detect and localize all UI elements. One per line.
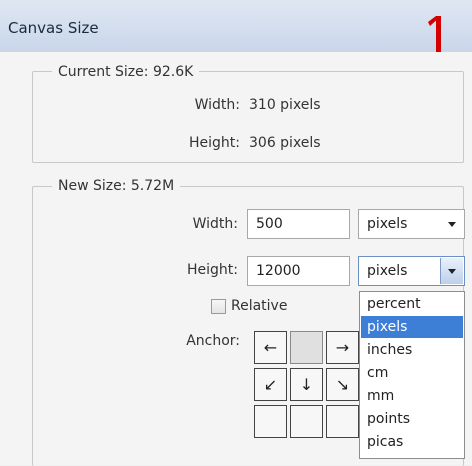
anchor-top-left[interactable]: ← [254,331,287,364]
current-height-value: 306 pixels [249,135,321,151]
unit-option-percent[interactable]: percent [361,293,463,315]
title-bar: Canvas Size [0,0,472,53]
unit-option-cm[interactable]: cm [361,362,463,384]
new-width-label: Width: [192,216,238,232]
anchor-label: Anchor: [186,333,240,349]
height-unit-select[interactable]: pixels [358,256,465,286]
anchor-middle-left[interactable]: ↙ [254,368,287,401]
relative-checkbox[interactable] [211,299,226,314]
unit-option-inches[interactable]: inches [361,339,463,361]
unit-option-picas[interactable]: picas [361,431,463,453]
current-width-value: 310 pixels [249,97,321,113]
unit-option-points[interactable]: points [361,408,463,430]
anchor-bottom-center[interactable] [290,405,323,438]
current-height-label: Height: [189,135,240,151]
width-unit-select[interactable]: pixels [358,209,465,239]
new-height-input[interactable]: 12000 [247,256,350,286]
chevron-down-icon [448,222,456,227]
anchor-middle-right[interactable]: ↘ [326,368,359,401]
unit-option-mm[interactable]: mm [361,385,463,407]
current-size-legend: Current Size: 92.6K [52,64,200,80]
chevron-down-icon [448,269,456,274]
relative-label: Relative [231,298,288,314]
anchor-top-center[interactable] [290,331,323,364]
new-size-legend: New Size: 5.72M [52,178,181,194]
anchor-bottom-right[interactable] [326,405,359,438]
width-unit-value: pixels [367,216,408,232]
height-unit-value: pixels [367,263,408,279]
anchor-bottom-left[interactable] [254,405,287,438]
anchor-top-right[interactable]: → [326,331,359,364]
current-size-group [32,71,464,163]
unit-dropdown-list: percent pixels inches cm mm points picas [359,291,465,459]
new-height-label: Height: [187,262,238,278]
anchor-middle-center[interactable]: ↓ [290,368,323,401]
unit-option-pixels[interactable]: pixels [361,316,463,338]
dropdown-button[interactable] [440,258,463,284]
new-width-input[interactable]: 500 [247,209,350,239]
current-width-label: Width: [194,97,240,113]
dialog-title: Canvas Size [8,19,99,37]
